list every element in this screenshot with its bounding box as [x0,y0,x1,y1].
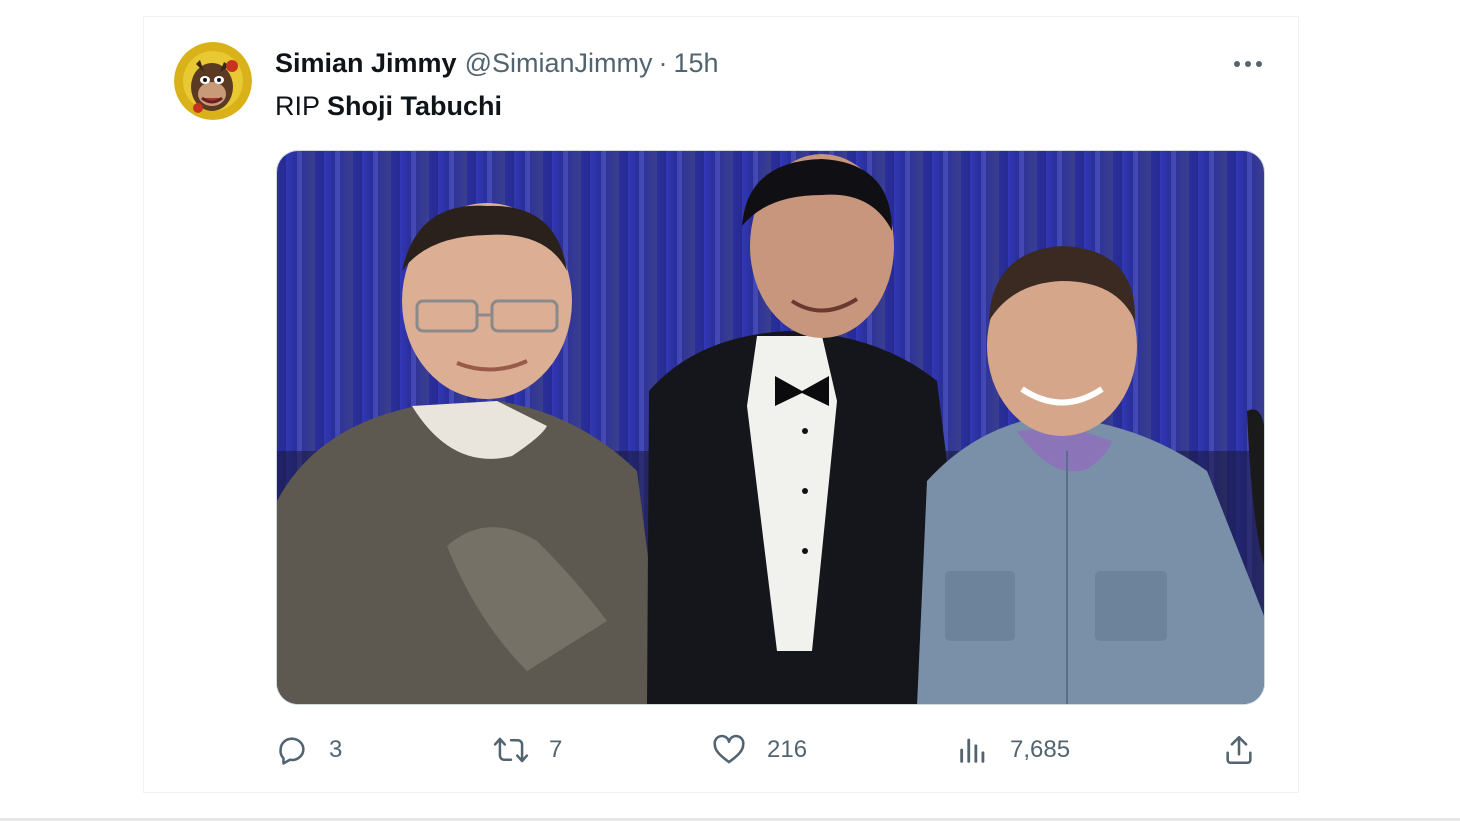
like-count: 216 [767,736,808,763]
page: Simian Jimmy @SimianJimmy · 15h RIP Shoj… [0,0,1460,821]
more-options-icon [1234,61,1262,67]
separator: · [658,47,668,78]
views-button[interactable]: 7,685 [956,728,1070,772]
reply-icon [279,737,305,765]
display-name[interactable]: Simian Jimmy [275,48,457,79]
retweet-button[interactable]: 7 [493,728,562,772]
tweet-text: RIP Shoji Tabuchi [275,89,502,123]
reply-button[interactable]: 3 [275,728,342,772]
heart-icon [713,734,745,764]
more-options-button[interactable] [1226,50,1270,78]
user-handle[interactable]: @SimianJimmy [465,48,653,79]
retweet-icon [493,737,529,763]
like-button[interactable]: 216 [711,728,807,772]
tweet-header: Simian Jimmy @SimianJimmy · 15h [275,46,719,80]
monkey-avatar-icon [174,42,252,120]
share-icon [1226,735,1252,765]
share-button[interactable] [1222,728,1256,772]
views-count: 7,685 [1010,736,1071,763]
timestamp[interactable]: 15h [674,48,719,79]
tweet-text-bold: Shoji Tabuchi [327,91,503,121]
retweet-count: 7 [549,736,563,763]
tweet-text-prefix: RIP [275,91,328,121]
divider [143,792,1299,793]
analytics-icon [960,738,985,763]
avatar[interactable] [174,42,252,120]
tweet-photo[interactable] [276,150,1265,705]
photo-illustration [277,151,1264,704]
tweet-actions: 3 7 216 7,685 [0,728,1460,772]
reply-count: 3 [329,736,343,763]
